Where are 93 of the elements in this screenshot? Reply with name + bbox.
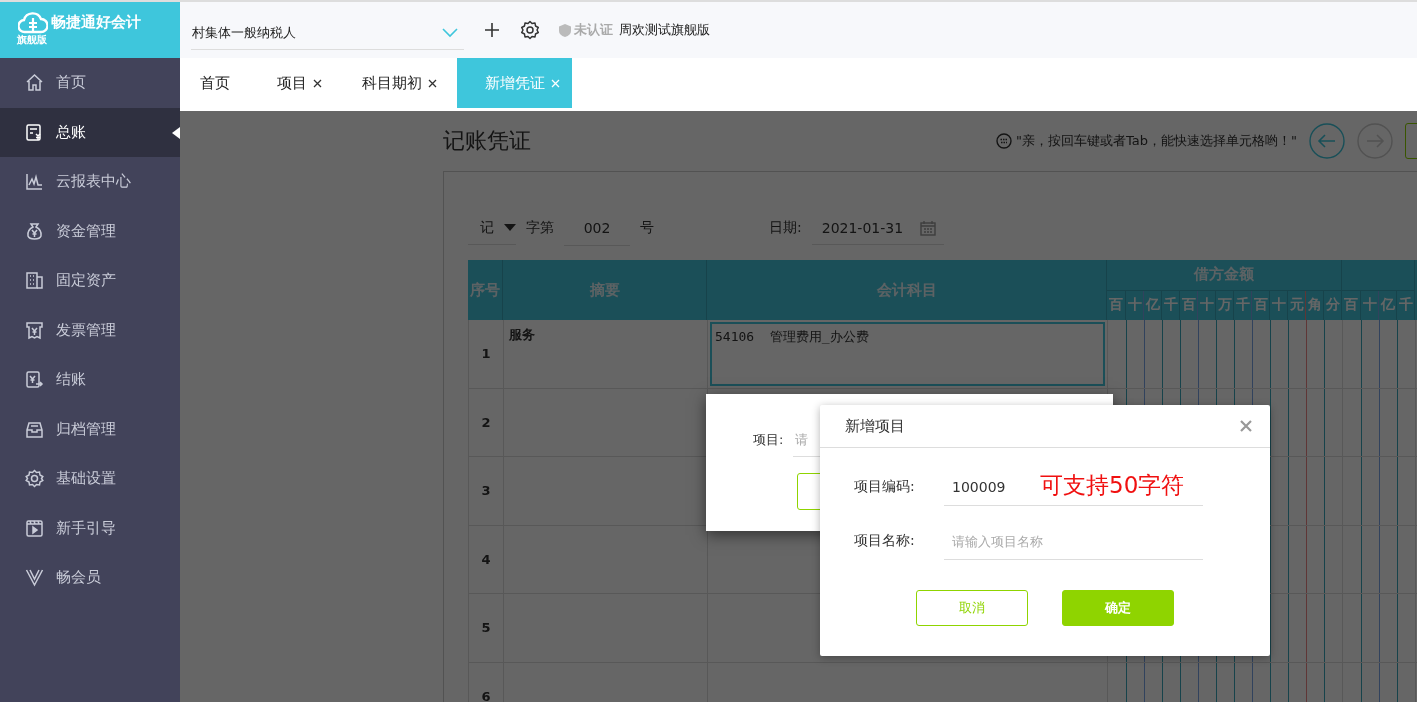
unit-header: 元 — [1287, 290, 1305, 320]
edition-label: 旗舰版 — [17, 33, 47, 47]
sidebar-item[interactable]: 畅会员 — [0, 553, 180, 603]
building-icon — [25, 271, 44, 291]
tab[interactable]: 科目期初 — [342, 58, 457, 108]
sidebar-item[interactable]: 云报表中心 — [0, 157, 180, 207]
v-logo-icon — [25, 568, 44, 588]
unit-header: 千 — [1233, 290, 1251, 320]
row-number: 1 — [469, 320, 504, 388]
page-title: 记账凭证 — [443, 127, 531, 155]
unit-header: 百 — [1108, 295, 1124, 315]
sidebar-item[interactable]: 新手引导 — [0, 503, 180, 553]
column-header: 会计科目 — [707, 260, 1107, 320]
ledger-icon — [25, 122, 44, 142]
unit-header: 百 — [1343, 295, 1359, 315]
sidebar-item[interactable]: 发票管理 — [0, 305, 180, 355]
sidebar-label: 首页 — [56, 73, 86, 93]
unit-header: 十 — [1197, 290, 1215, 320]
money-bag-icon — [25, 221, 44, 241]
close-icon[interactable] — [428, 78, 437, 88]
sidebar-label: 固定资产 — [56, 271, 116, 291]
sidebar-label: 发票管理 — [56, 320, 116, 340]
row-number: 3 — [469, 457, 504, 525]
sidebar-item[interactable]: 归档管理 — [0, 404, 180, 454]
sidebar-label: 基础设置 — [56, 469, 116, 489]
field-label: 项目名称: — [854, 532, 916, 550]
calendar-icon — [919, 219, 936, 236]
row-number: 5 — [469, 594, 504, 662]
column-header: 序号 — [468, 260, 503, 320]
word-select[interactable]: 记 — [468, 211, 516, 245]
hint-text: "亲，按回车键或者Tab，能快速选择单元格哟！" — [1016, 132, 1297, 150]
sidebar-item[interactable]: 结账 — [0, 355, 180, 405]
video-icon — [25, 518, 44, 538]
unit-header: 百 — [1251, 290, 1269, 320]
account-name: 周欢测试旗舰版 — [619, 21, 710, 39]
project-label: 项目: — [753, 430, 784, 449]
date-field[interactable]: 2021-01-31 — [811, 211, 944, 245]
summary-cell[interactable]: 服务 — [504, 320, 708, 388]
settings-icon[interactable] — [520, 20, 540, 40]
unit-header: 万 — [1215, 290, 1233, 320]
unit-header: 亿 — [1143, 290, 1161, 320]
column-header: 借方金额 — [1107, 260, 1341, 291]
caret-down-icon — [504, 224, 516, 231]
sidebar-label: 归档管理 — [56, 419, 116, 439]
account-cell[interactable]: 54106 管理费用_办公费 — [710, 322, 1105, 386]
dialog-title: 新增项目 — [845, 416, 905, 436]
unit-header: 亿 — [1378, 290, 1396, 320]
unit-header: 千 — [1161, 290, 1179, 320]
cloud-logo-icon — [18, 10, 48, 34]
unit-header: 角 — [1305, 290, 1323, 320]
chat-icon — [996, 133, 1013, 149]
sidebar-label: 资金管理 — [56, 221, 116, 241]
invoice-icon — [25, 320, 44, 340]
tab[interactable]: 项目 — [257, 58, 342, 108]
unit-header: 十 — [1269, 290, 1287, 320]
sidebar-item[interactable]: 资金管理 — [0, 206, 180, 256]
sidebar-label: 云报表中心 — [56, 172, 131, 192]
company-select[interactable]: 村集体一般纳税人 — [191, 16, 464, 50]
previous-button[interactable] — [1309, 123, 1345, 159]
column-header: 摘要 — [503, 260, 707, 320]
unit-header: 千 — [1396, 290, 1414, 320]
archive-icon — [25, 419, 44, 439]
date-label: 日期: — [769, 219, 802, 237]
word-suffix-label: 字第 — [526, 219, 554, 237]
plus-icon[interactable] — [484, 22, 500, 38]
sidebar-label: 新手引导 — [56, 518, 116, 538]
sidebar-label: 结账 — [56, 370, 86, 390]
sidebar-item[interactable]: 固定资产 — [0, 256, 180, 306]
app-name: 畅捷通好会计 — [51, 12, 141, 32]
unit-header: 十 — [1125, 290, 1143, 320]
tab[interactable]: 首页 — [180, 58, 257, 108]
row-number: 2 — [469, 388, 504, 456]
close-icon[interactable] — [313, 78, 322, 88]
settings-icon — [25, 469, 44, 489]
row-number: 4 — [469, 525, 504, 593]
number-suffix-label: 号 — [640, 219, 654, 237]
checkout-icon — [25, 370, 44, 390]
annotation-text: 可支持50字符 — [1040, 471, 1185, 500]
chart-icon — [25, 172, 44, 192]
sidebar-label: 总账 — [56, 122, 86, 142]
unit-header: 分 — [1323, 290, 1341, 320]
unit-header: 百 — [1179, 290, 1197, 320]
sidebar-item[interactable]: 基础设置 — [0, 454, 180, 504]
home-icon — [25, 73, 44, 93]
number-field[interactable]: 002 — [564, 210, 630, 246]
sidebar-label: 畅会员 — [56, 568, 101, 588]
row-number: 6 — [469, 662, 504, 702]
sidebar-item[interactable]: 总账 — [0, 107, 180, 157]
chevron-down-icon — [442, 27, 458, 38]
unit-header: 十 — [1360, 290, 1378, 320]
shield-icon — [558, 22, 572, 38]
sidebar-item[interactable]: 首页 — [0, 58, 180, 108]
field-label: 项目编码: — [854, 478, 916, 496]
